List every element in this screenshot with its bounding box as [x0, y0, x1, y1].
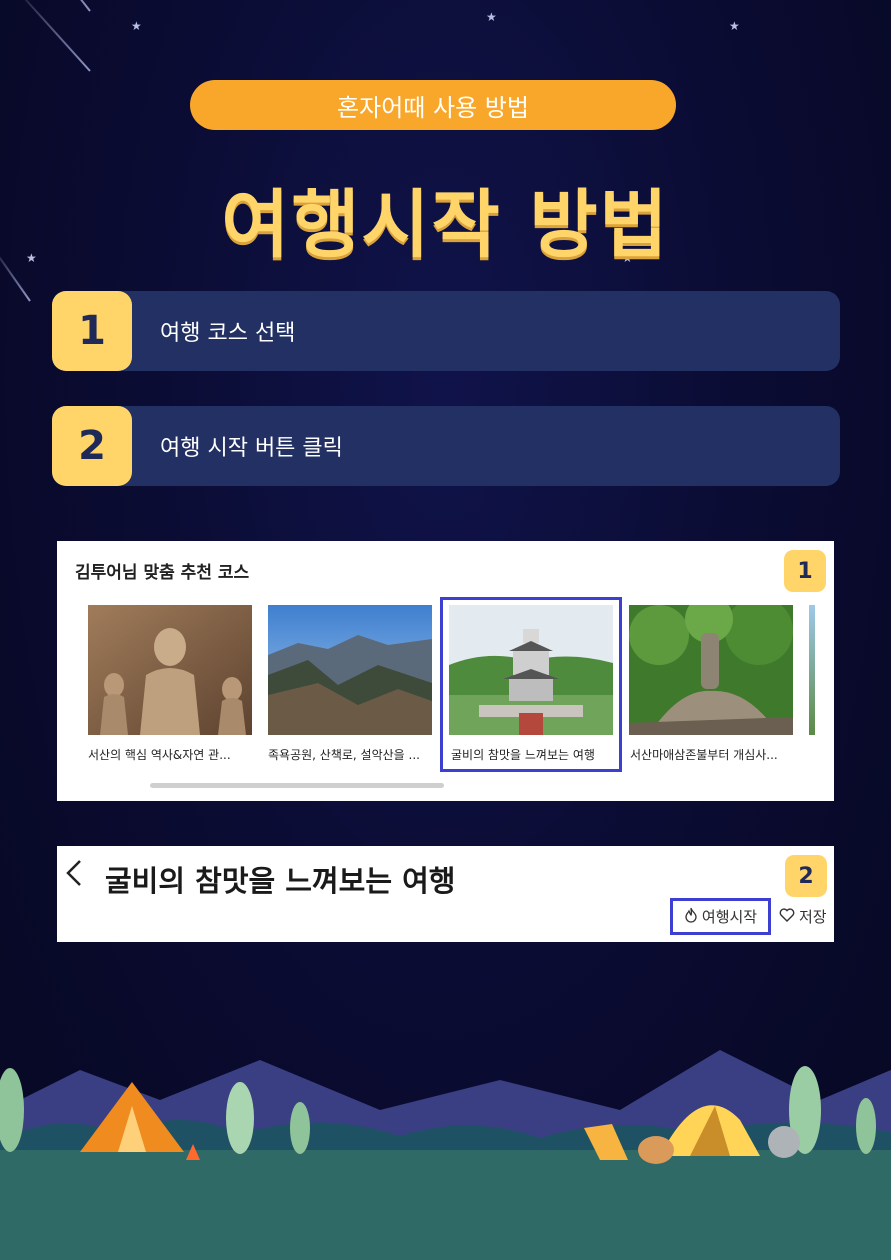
save-button[interactable]: 저장 — [779, 898, 827, 935]
course-image — [268, 605, 432, 735]
course-image — [88, 605, 252, 735]
course-title: 굴비의 참맛을 느껴보는 여행 — [105, 864, 456, 898]
flame-icon — [684, 907, 698, 927]
course-caption: 서산마애삼존불부터 개심사... — [630, 748, 778, 762]
step-label: 여행 시작 버튼 클릭 — [160, 436, 343, 461]
page-title: 여행시작 방법 — [221, 182, 670, 268]
course-detail-panel: 굴비의 참맛을 느껴보는 여행 2 여행시작 저장 — [57, 846, 834, 942]
course-caption: 족욕공원, 산책로, 설악산을 ... — [268, 748, 420, 762]
course-thumbnail[interactable] — [809, 605, 815, 735]
guide-page: ★ ★ ★ ★ ★ ★ ★ ★ 혼자어때 사용 방법 여행시작 방법 1 여행 … — [0, 0, 891, 1260]
start-trip-label: 여행시작 — [701, 908, 758, 926]
horizontal-scrollbar[interactable] — [150, 783, 444, 788]
guide-pill-label: 혼자어때 사용 방법 — [190, 80, 676, 130]
start-trip-button[interactable]: 여행시작 — [670, 898, 771, 935]
recommended-course-panel: 김투어님 맞춤 추천 코스 1 서산의 핵심 역사&자연 관... 족욕공원, … — [57, 541, 834, 801]
star-icon: ★ — [486, 10, 497, 24]
course-caption: 서산의 핵심 역사&자연 관... — [88, 748, 231, 762]
star-icon: ★ — [729, 19, 740, 33]
heart-icon — [779, 907, 795, 926]
step-2: 2 여행 시작 버튼 클릭 — [52, 406, 840, 486]
panel-title: 김투어님 맞춤 추천 코스 — [75, 563, 250, 583]
star-icon: ★ — [131, 19, 142, 33]
step-1: 1 여행 코스 선택 — [52, 291, 840, 371]
selected-course-highlight — [440, 597, 622, 772]
course-thumbnail[interactable] — [629, 605, 793, 735]
meteor — [8, 0, 91, 72]
course-thumbnail[interactable] — [268, 605, 432, 735]
step-number: 1 — [52, 291, 132, 371]
chevron-left-icon[interactable] — [63, 858, 85, 896]
step-badge: 1 — [784, 550, 826, 592]
save-label: 저장 — [799, 908, 827, 926]
course-image — [809, 605, 815, 735]
camping-landscape-illustration — [0, 1050, 891, 1260]
step-badge: 2 — [785, 855, 827, 897]
course-thumbnail[interactable] — [88, 605, 252, 735]
course-image — [629, 605, 793, 735]
step-number: 2 — [52, 406, 132, 486]
step-label: 여행 코스 선택 — [160, 321, 296, 346]
